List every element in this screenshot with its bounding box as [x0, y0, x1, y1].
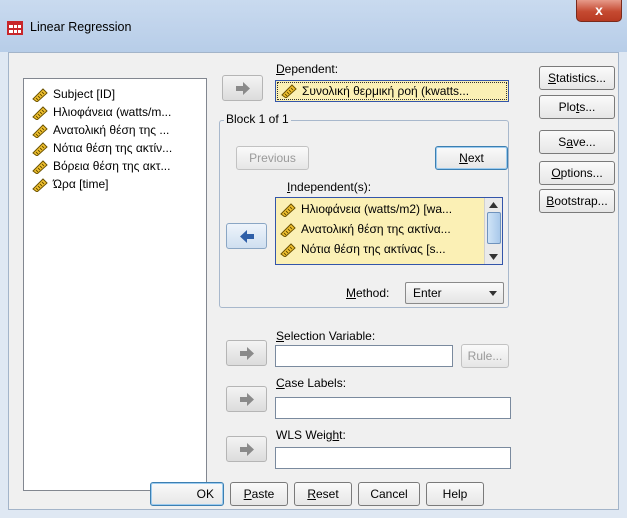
list-item[interactable]: Βόρεια θέση της ακτ... [32, 157, 170, 175]
scale-variable-icon [280, 223, 296, 237]
reset-button[interactable]: Reset [294, 482, 352, 506]
paste-button[interactable]: Paste [230, 482, 288, 506]
block-legend: Block 1 of 1 [224, 112, 291, 126]
variable-label: Ώρα [time] [53, 177, 109, 191]
move-to-wls-button[interactable] [226, 436, 267, 462]
case-labels-label: Case Labels: [276, 376, 347, 390]
wls-weight-label: WLS Weight: [276, 428, 346, 442]
list-item[interactable]: Ανατολική θέση της ακτίνα... [280, 220, 480, 239]
close-button[interactable]: x [576, 0, 622, 22]
spss-grid-icon [7, 21, 23, 35]
bootstrap-button[interactable]: Bootstrap... [539, 189, 615, 213]
move-to-independent-button[interactable] [226, 223, 267, 249]
list-item[interactable]: Ώρα [time] [32, 175, 108, 193]
dependent-field[interactable]: Συνολική θερμική ροή (kwatts... [275, 80, 509, 102]
list-item[interactable]: Νότια θέση της ακτίν... [32, 139, 172, 157]
selection-label: Selection Variable: [276, 329, 376, 343]
chevron-down-icon [489, 291, 497, 296]
previous-button[interactable]: Previous [236, 146, 309, 170]
scale-variable-icon [32, 142, 48, 156]
list-item[interactable]: Ηλιοφάνεια (watts/m... [32, 103, 171, 121]
method-select[interactable]: Enter [405, 282, 504, 304]
scroll-thumb[interactable] [487, 212, 501, 244]
scroll-down-icon [489, 254, 498, 260]
close-icon: x [595, 2, 603, 18]
case-labels-field[interactable] [275, 397, 511, 419]
scale-variable-icon [32, 124, 48, 138]
list-item[interactable]: Νότια θέση της ακτίνας [s... [280, 240, 480, 259]
title-bar: Linear Regression x [0, 0, 627, 52]
list-item[interactable]: Ανατολική θέση της ... [32, 121, 169, 139]
selection-variable-field[interactable] [275, 345, 453, 367]
arrow-left-icon [240, 230, 254, 243]
variable-label: Ηλιοφάνεια (watts/m... [53, 105, 172, 119]
source-variable-list[interactable]: Subject [ID] Ηλιοφάνεια (watts/m... Ανατ… [23, 78, 207, 491]
move-to-selection-button[interactable] [226, 340, 267, 366]
scale-variable-icon [32, 106, 48, 120]
scale-variable-icon [280, 243, 296, 257]
list-item[interactable]: Ηλιοφάνεια (watts/m2) [wa... [280, 200, 480, 219]
arrow-right-icon [240, 393, 254, 406]
variable-label: Ανατολική θέση της ακτίνα... [301, 222, 451, 236]
arrow-right-icon [240, 443, 254, 456]
variable-label: Νότια θέση της ακτίνας [s... [301, 242, 446, 256]
scale-variable-icon [32, 88, 48, 102]
method-label: Method: [346, 286, 390, 300]
scale-variable-icon [280, 203, 296, 217]
dependent-value: Συνολική θερμική ροή (kwatts... [302, 84, 470, 98]
variable-label: Ηλιοφάνεια (watts/m2) [wa... [301, 202, 453, 216]
scale-variable-icon [281, 84, 297, 98]
wls-weight-field[interactable] [275, 447, 511, 469]
independent-list[interactable]: Ηλιοφάνεια (watts/m2) [wa... Ανατολική θ… [275, 197, 503, 265]
help-button[interactable]: Help [426, 482, 484, 506]
dialog-body: Subject [ID] Ηλιοφάνεια (watts/m... Ανατ… [8, 52, 619, 510]
save-button[interactable]: Save... [539, 130, 615, 154]
cancel-button[interactable]: Cancel [358, 482, 420, 506]
move-to-case-labels-button[interactable] [226, 386, 267, 412]
ok-button[interactable]: OK [150, 482, 224, 506]
statistics-button[interactable]: Statistics... [539, 66, 615, 90]
dependent-label: Dependent: [276, 62, 339, 76]
arrow-right-icon [236, 82, 250, 95]
rule-button[interactable]: Rule... [461, 344, 509, 368]
plots-button[interactable]: Plots... [539, 95, 615, 119]
variable-label: Subject [ID] [53, 87, 116, 101]
scale-variable-icon [32, 178, 48, 192]
variable-label: Βόρεια θέση της ακτ... [53, 159, 171, 173]
independent-label: Independent(s): [287, 180, 372, 194]
scroll-up-icon [489, 202, 498, 208]
window-title: Linear Regression [30, 20, 132, 34]
next-button[interactable]: Next [435, 146, 508, 170]
scale-variable-icon [32, 160, 48, 174]
arrow-right-icon [240, 347, 254, 360]
list-item[interactable]: Subject [ID] [32, 85, 115, 103]
independent-scrollbar[interactable] [484, 198, 502, 264]
method-value: Enter [413, 286, 442, 300]
variable-label: Νότια θέση της ακτίν... [53, 141, 173, 155]
variable-label: Ανατολική θέση της ... [53, 123, 170, 137]
options-button[interactable]: Options... [539, 161, 615, 185]
move-to-dependent-button[interactable] [222, 75, 263, 101]
